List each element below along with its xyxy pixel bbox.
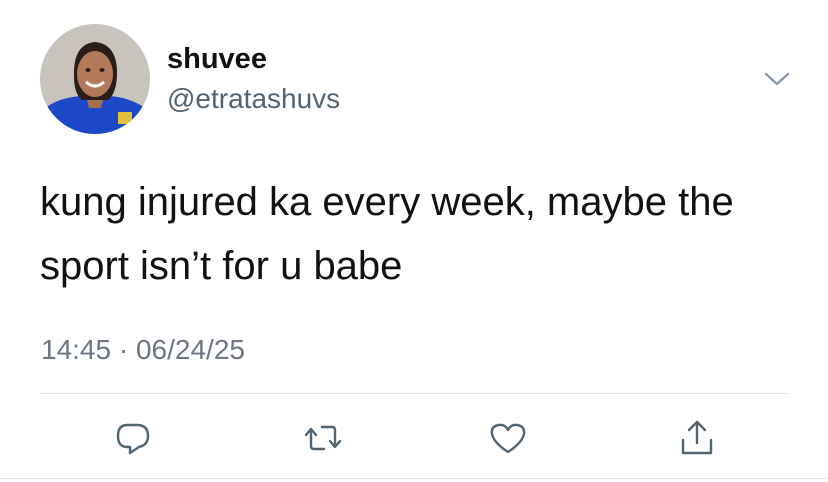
timestamp-separator: ·: [118, 334, 129, 365]
tweet-time: 14:45: [41, 334, 112, 365]
author-handle[interactable]: @etratashuvs: [167, 82, 340, 116]
divider: [40, 393, 788, 394]
tweet-text: kung injured ka every week, maybe the sp…: [40, 180, 734, 288]
avatar[interactable]: [40, 24, 150, 134]
avatar-image: [40, 24, 150, 134]
tweet-date: 06/24/25: [135, 334, 245, 365]
bottom-divider: [0, 478, 828, 479]
reply-icon[interactable]: [113, 418, 153, 458]
author-display-name[interactable]: shuvee: [167, 42, 267, 76]
more-options-chevron-down-icon[interactable]: [762, 68, 792, 90]
share-icon[interactable]: [677, 418, 717, 458]
like-icon[interactable]: [488, 418, 528, 458]
retweet-icon[interactable]: [303, 418, 343, 458]
tweet-timestamp[interactable]: 14:45 · 06/24/25: [41, 332, 245, 368]
